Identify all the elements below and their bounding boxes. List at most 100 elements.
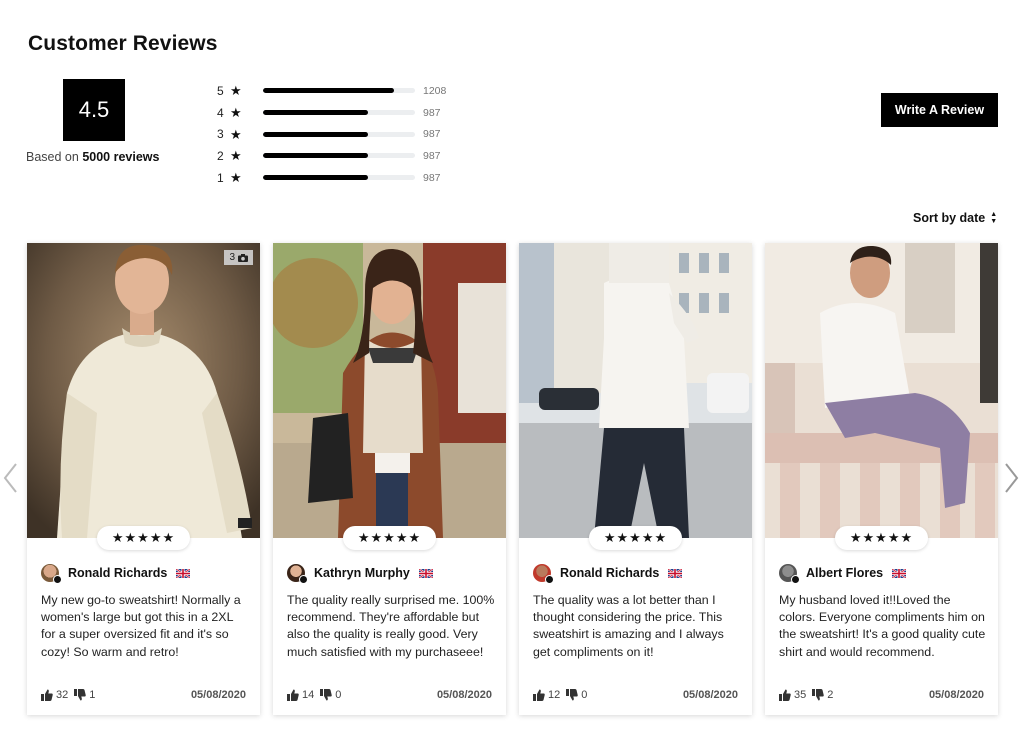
review-footer: 12 0 05/08/2020 <box>533 689 738 701</box>
rating-row-4[interactable]: 4 ★ 987 <box>217 102 457 124</box>
star-rating: ★★★★★ <box>97 526 190 550</box>
star-rating: ★★★★★ <box>835 526 928 550</box>
review-footer: 14 0 05/08/2020 <box>287 689 492 701</box>
photo-count: 3 <box>229 252 235 263</box>
star-icon: ★ <box>230 105 242 121</box>
review-photo[interactable] <box>519 243 752 538</box>
thumbs-down-icon <box>566 689 579 701</box>
helpful-count: 35 <box>794 689 807 701</box>
thumbs-up-icon <box>533 689 545 701</box>
rating-count: 1208 <box>423 84 447 97</box>
rating-level: 1 <box>217 170 224 185</box>
rating-row-1[interactable]: 1 ★ 987 <box>217 167 457 189</box>
helpful-count: 32 <box>56 689 69 701</box>
photo-count-badge[interactable]: 3 <box>224 250 253 265</box>
verified-icon <box>299 575 308 584</box>
rating-level: 4 <box>217 105 224 120</box>
thumbs-up-icon <box>287 689 299 701</box>
review-card[interactable]: ★★★★★ Albert Flores My husband loved it!… <box>765 243 998 715</box>
review-text: The quality really surprised me. 100% re… <box>287 593 495 659</box>
reviewer: Albert Flores <box>779 564 907 584</box>
unhelpful-count: 0 <box>335 689 342 701</box>
verified-icon <box>53 575 62 584</box>
review-date: 05/08/2020 <box>928 689 984 701</box>
star-rating: ★★★★★ <box>343 526 436 550</box>
rating-count: 987 <box>423 171 441 184</box>
review-card[interactable]: ★★★★★ Ronald Richards The quality was a … <box>519 243 752 715</box>
star-icon: ★ <box>230 126 242 142</box>
unhelpful-count: 0 <box>581 689 588 701</box>
rating-row-3[interactable]: 3 ★ 987 <box>217 123 457 145</box>
rating-bar-fill <box>263 131 368 137</box>
thumbs-up-icon <box>779 689 791 701</box>
unhelpful-vote[interactable]: 0 <box>566 689 587 701</box>
rating-bar <box>263 110 415 116</box>
verified-icon <box>545 575 554 584</box>
rating-level: 5 <box>217 83 224 98</box>
review-card[interactable]: ★★★★★ Kathryn Murphy The quality really … <box>273 243 506 715</box>
sort-label: Sort by date <box>913 211 986 225</box>
review-text: My new go-to sweatshirt! Normally a wome… <box>41 593 241 659</box>
unhelpful-vote[interactable]: 0 <box>320 689 341 701</box>
reviewer-name: Albert Flores <box>806 566 884 580</box>
thumbs-down-icon <box>812 689 825 701</box>
chevron-left-icon[interactable] <box>2 462 18 494</box>
review-photo[interactable] <box>765 243 998 538</box>
unhelpful-vote[interactable]: 1 <box>74 689 95 701</box>
unhelpful-vote[interactable]: 2 <box>812 689 833 701</box>
review-date: 05/08/2020 <box>190 689 246 701</box>
star-icon: ★ <box>230 83 242 99</box>
helpful-vote[interactable]: 32 <box>41 689 68 701</box>
rating-level: 3 <box>217 127 224 142</box>
rating-level: 2 <box>217 148 224 163</box>
uk-flag-icon <box>892 568 907 578</box>
helpful-vote[interactable]: 35 <box>779 689 806 701</box>
unhelpful-count: 1 <box>89 689 96 701</box>
reviewer: Ronald Richards <box>533 564 683 584</box>
rating-count: 987 <box>423 149 441 162</box>
rating-bar-fill <box>263 175 368 181</box>
review-count: 5000 reviews <box>82 150 160 164</box>
reviewer-name: Ronald Richards <box>560 566 660 580</box>
chevron-right-icon[interactable] <box>1004 462 1020 494</box>
review-card[interactable]: 3 ★★★★★ Ronald Richards My new go-to swe… <box>27 243 260 715</box>
avatar <box>779 564 800 584</box>
star-icon: ★ <box>230 148 242 164</box>
unhelpful-count: 2 <box>827 689 834 701</box>
page-title: Customer Reviews <box>28 32 218 55</box>
helpful-vote[interactable]: 12 <box>533 689 560 701</box>
avatar <box>287 564 308 584</box>
reviewer-name: Kathryn Murphy <box>314 566 410 580</box>
rating-row-2[interactable]: 2 ★ 987 <box>217 145 457 167</box>
rating-bar <box>263 88 415 94</box>
review-footer: 32 1 05/08/2020 <box>41 689 246 701</box>
review-photo[interactable]: 3 <box>27 243 260 538</box>
rating-distribution: 5 ★ 1208 4 ★ 987 3 ★ 987 2 ★ 987 1 ★ 987 <box>217 80 457 188</box>
verified-icon <box>791 575 800 584</box>
uk-flag-icon <box>418 568 433 578</box>
uk-flag-icon <box>668 568 683 578</box>
star-icon: ★ <box>230 170 242 186</box>
camera-icon <box>238 253 248 262</box>
star-rating: ★★★★★ <box>589 526 682 550</box>
rating-bar-fill <box>263 88 394 94</box>
thumbs-up-icon <box>41 689 53 701</box>
review-date: 05/08/2020 <box>682 689 738 701</box>
thumbs-down-icon <box>320 689 333 701</box>
helpful-count: 14 <box>302 689 315 701</box>
sort-dropdown[interactable]: Sort by date ▲ ▼ <box>913 211 997 225</box>
rating-row-5[interactable]: 5 ★ 1208 <box>217 80 457 102</box>
review-photo[interactable] <box>273 243 506 538</box>
review-text: My husband loved it!!Loved the colors. E… <box>779 593 986 659</box>
average-score: 4.5 <box>63 79 125 141</box>
reviewer: Kathryn Murphy <box>287 564 433 584</box>
avatar <box>41 564 62 584</box>
rating-count: 987 <box>423 106 441 119</box>
write-review-button[interactable]: Write A Review <box>881 93 998 127</box>
rating-bar <box>263 175 415 181</box>
based-on-label: Based on <box>26 150 79 164</box>
avatar <box>533 564 554 584</box>
rating-bar <box>263 131 415 137</box>
helpful-vote[interactable]: 14 <box>287 689 314 701</box>
rating-bar-fill <box>263 110 368 116</box>
